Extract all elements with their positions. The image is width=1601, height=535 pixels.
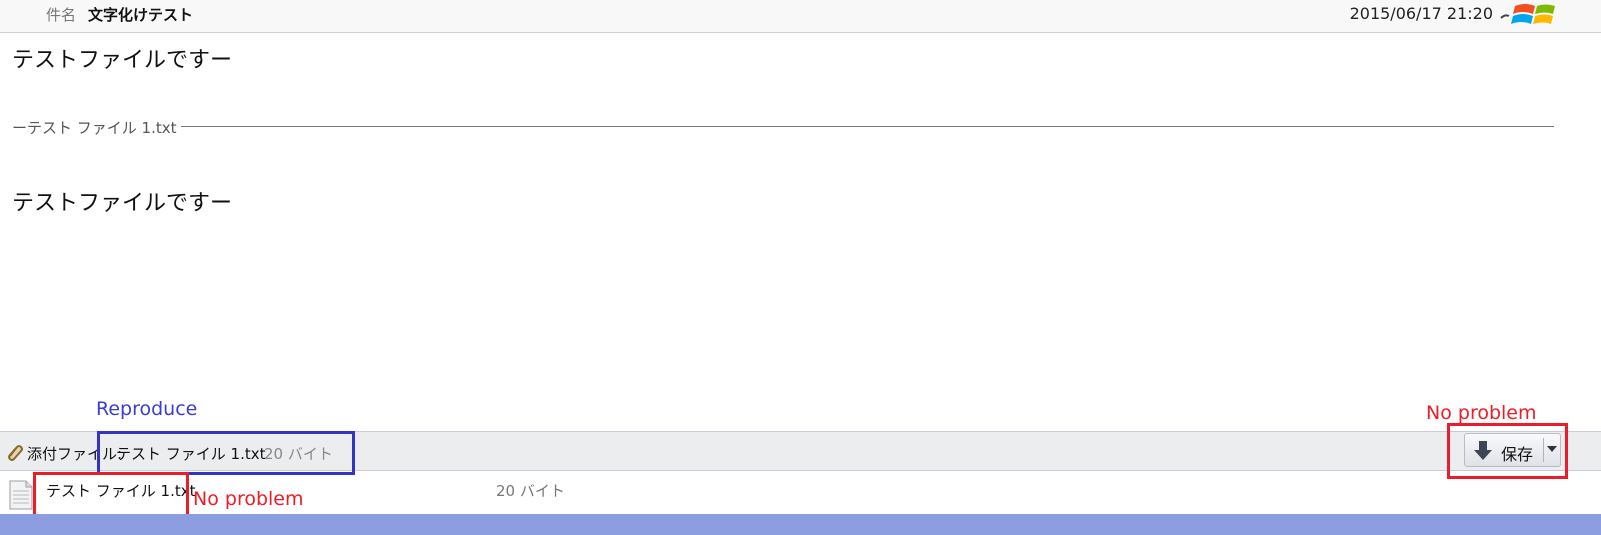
divider-line xyxy=(12,126,1554,127)
chevron-down-icon[interactable] xyxy=(1547,446,1557,452)
message-date: 2015/06/17 21:20 xyxy=(1349,4,1493,23)
attachment-list-item-size: 20 バイト xyxy=(496,482,565,500)
attachment-text: テストファイルですー xyxy=(12,191,233,216)
subject-label: 件名 xyxy=(46,6,77,24)
save-button-label: 保存 xyxy=(1501,445,1534,464)
attachment-list-item-name[interactable]: テスト ファイル 1.txt xyxy=(46,480,196,501)
subject-value: 文字化けテスト xyxy=(88,6,194,24)
annotation-no-problem-file: No problem xyxy=(193,488,304,510)
body-text: テストファイルですー xyxy=(12,48,233,73)
windows-logo-icon xyxy=(1500,4,1555,24)
annotation-reproduce: Reproduce xyxy=(96,398,198,420)
attachment-filename[interactable]: テスト ファイル 1.txt xyxy=(116,443,266,464)
attachment-label: 添付ファイル: xyxy=(27,445,123,463)
save-button[interactable]: 保存 xyxy=(1464,433,1561,467)
annotation-no-problem-save: No problem xyxy=(1426,402,1537,424)
text-file-icon xyxy=(9,480,33,510)
message-header: 件名 文字化けテスト 2015/06/17 21:20 xyxy=(0,0,1601,33)
mail-viewer: 件名 文字化けテスト 2015/06/17 21:20 テストファイルですー ー… xyxy=(0,0,1601,535)
download-arrow-icon xyxy=(1474,441,1492,460)
save-button-separator xyxy=(1543,438,1544,462)
divider-label: ーテスト ファイル 1.txt xyxy=(12,117,181,138)
attachment-size: 20 バイト xyxy=(264,445,333,463)
paperclip-icon xyxy=(8,445,23,461)
status-bar xyxy=(0,514,1601,535)
inline-attachment-divider: ーテスト ファイル 1.txt xyxy=(12,117,1554,138)
